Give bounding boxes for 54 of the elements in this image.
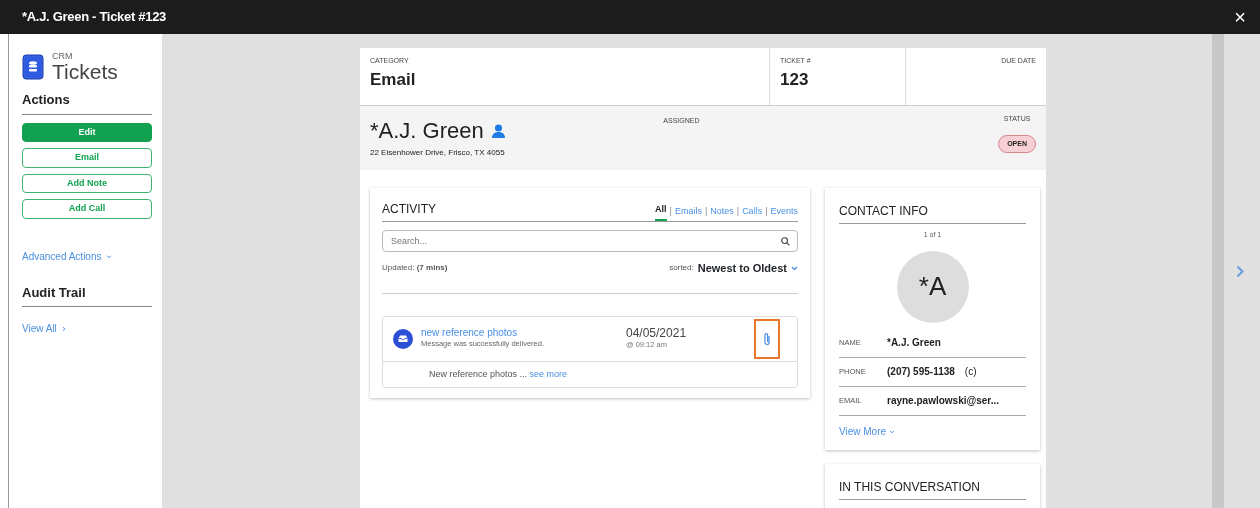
app-title: Tickets xyxy=(52,61,118,82)
attachment-button[interactable] xyxy=(756,320,778,357)
card-title: ACTIVITY xyxy=(382,201,436,218)
contact-name: *A.J. Green xyxy=(370,117,484,145)
field-value: rayne.pawlowski@ser... xyxy=(887,394,1000,408)
sort-label: sorted: xyxy=(669,262,694,275)
person-icon xyxy=(491,123,505,138)
separator: | xyxy=(736,204,740,218)
filter-tab[interactable]: All xyxy=(655,202,667,221)
action-button[interactable]: Email xyxy=(22,148,152,168)
action-button[interactable]: Edit xyxy=(22,122,152,142)
section-heading: Audit Trail xyxy=(22,282,152,307)
filter-tab[interactable]: Events xyxy=(770,204,798,221)
updated-text: Updated: (7 mins) xyxy=(382,262,448,275)
chevron-down-icon xyxy=(888,429,895,434)
chevron-down-icon xyxy=(106,254,113,259)
view-all-link[interactable]: View All xyxy=(22,323,66,334)
chevron-right-icon xyxy=(61,326,66,333)
phone-type: (c) xyxy=(964,365,977,379)
chevron-right-icon[interactable] xyxy=(1236,264,1244,278)
search-field[interactable]: Search... xyxy=(382,230,798,252)
filter-tab[interactable]: Emails xyxy=(674,204,702,221)
sort-dropdown[interactable]: Newest to Oldest xyxy=(697,260,787,277)
see-more-link[interactable]: see more xyxy=(529,368,568,379)
action-button[interactable]: Add Call xyxy=(22,199,152,219)
avatar: *A xyxy=(896,250,969,323)
separator: | xyxy=(765,204,768,218)
chevron-down-icon xyxy=(791,265,798,271)
section-heading: Actions xyxy=(22,90,152,115)
inbox-icon xyxy=(393,328,413,349)
address-text: 22 Eisenhower Drive, Frisco, TX 4055 xyxy=(370,147,505,159)
close-button[interactable]: × xyxy=(1234,7,1246,27)
card-title: IN THIS CONVERSATION xyxy=(839,477,1026,500)
app-label: CRM xyxy=(52,52,74,61)
filter-tab[interactable]: Calls xyxy=(742,204,763,221)
separator: | xyxy=(669,204,672,218)
window-title: *A.J. Green - Ticket #123 xyxy=(22,8,166,27)
filter-tab[interactable]: Notes xyxy=(710,204,734,221)
card-title: CONTACT INFO xyxy=(839,202,1026,224)
activity-title-link[interactable]: new reference photos xyxy=(421,327,626,338)
activity-preview: New reference photos ... xyxy=(429,368,528,379)
scrollbar[interactable] xyxy=(1212,34,1224,508)
paperclip-icon xyxy=(763,332,771,347)
action-button[interactable]: Add Note xyxy=(22,173,152,193)
field-value: *A.J. Green xyxy=(887,336,941,350)
field-value: (207) 595-1138 xyxy=(887,365,955,379)
advanced-actions-link[interactable]: Advanced Actions xyxy=(22,250,113,262)
database-icon xyxy=(22,54,44,80)
activity-date: 04/05/2021 xyxy=(626,326,688,339)
separator: | xyxy=(704,204,708,218)
view-more-link[interactable]: View More xyxy=(839,423,895,439)
ticket-number: 123 xyxy=(780,68,810,91)
search-icon xyxy=(781,237,790,246)
category-value: Email xyxy=(370,68,417,91)
